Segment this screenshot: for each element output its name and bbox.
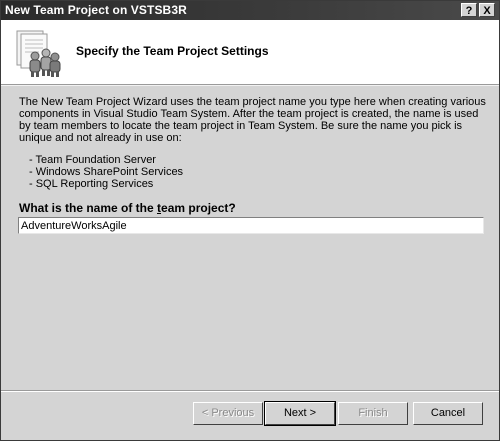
header-divider [1,85,499,86]
close-button[interactable]: X [479,3,495,17]
window-title: New Team Project on VSTSB3R [5,3,187,17]
button-area-separator [1,390,499,392]
wizard-header: Specify the Team Project Settings [1,20,499,85]
new-team-project-dialog: New Team Project on VSTSB3R ? X Specify … [0,0,500,441]
cancel-button[interactable]: Cancel [413,402,483,425]
next-button[interactable]: Next > [264,401,336,426]
team-project-name-label: What is the name of the team project? [19,201,236,215]
help-button[interactable]: ? [461,3,477,17]
team-project-people-icon [13,28,63,78]
previous-button[interactable]: < Previous [193,402,263,425]
component-item-sharepoint: - Windows SharePoint Services [29,166,184,178]
team-project-name-input[interactable] [18,217,484,234]
component-item-tfs: - Team Foundation Server [29,154,156,166]
wizard-page-title: Specify the Team Project Settings [76,44,269,58]
wizard-description: The New Team Project Wizard uses the tea… [19,96,486,144]
component-list: - Team Foundation Server - Windows Share… [29,154,183,190]
component-item-reporting: - SQL Reporting Services [29,178,154,190]
finish-button[interactable]: Finish [338,402,408,425]
title-bar[interactable]: New Team Project on VSTSB3R ? X [1,1,499,20]
